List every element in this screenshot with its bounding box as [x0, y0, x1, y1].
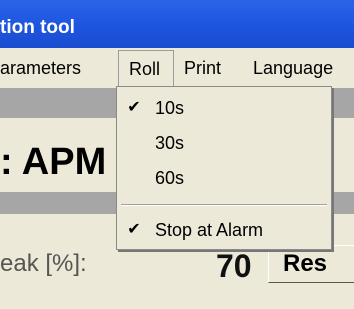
menu-roll[interactable]: Roll	[118, 50, 174, 88]
menu-language[interactable]: Language	[253, 48, 333, 88]
roll-item-stop-at-alarm[interactable]: ✔ Stop at Alarm	[117, 213, 331, 247]
roll-item-30s[interactable]: 30s	[117, 126, 331, 160]
peak-value: 70	[216, 248, 252, 284]
station-heading: : APM	[0, 141, 107, 183]
menu-bar: arameters Roll Print Language	[0, 48, 354, 88]
reset-button[interactable]: Res	[268, 245, 354, 283]
roll-item-label: 60s	[155, 168, 185, 188]
roll-item-10s[interactable]: ✔ 10s	[117, 91, 331, 125]
checkmark-icon: ✔	[127, 99, 141, 116]
menu-print[interactable]: Print	[184, 48, 221, 88]
roll-item-label: Stop at Alarm	[155, 220, 264, 240]
roll-item-label: 30s	[155, 133, 185, 153]
menu-parameters[interactable]: arameters	[0, 48, 81, 88]
roll-item-label: 10s	[155, 98, 185, 118]
peak-label: eak [%]:	[0, 250, 87, 277]
menu-separator	[121, 204, 327, 206]
checkmark-icon: ✔	[127, 221, 141, 238]
title-bar: tion tool	[0, 0, 354, 48]
window-title: tion tool	[0, 17, 75, 38]
roll-item-60s[interactable]: 60s	[117, 161, 331, 195]
roll-dropdown-menu: ✔ 10s 30s 60s ✔ Stop at Alarm	[116, 86, 332, 250]
